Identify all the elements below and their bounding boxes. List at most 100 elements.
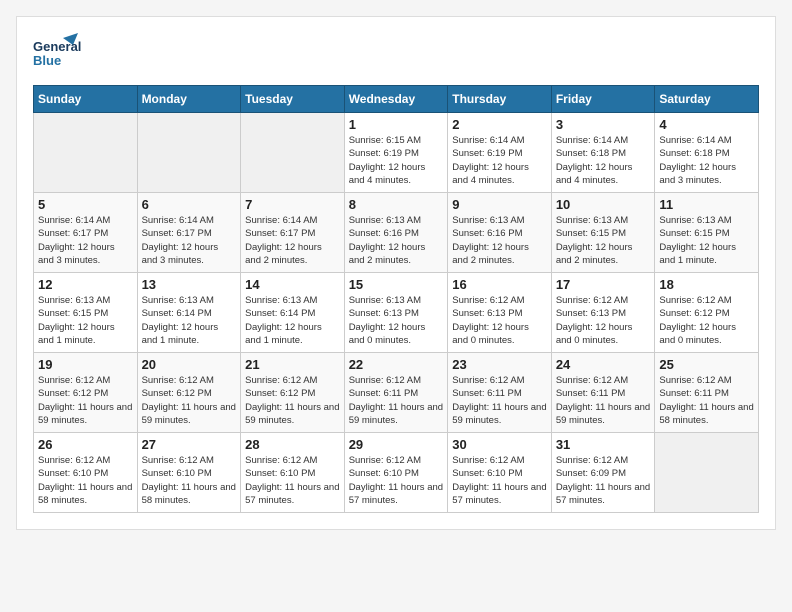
calendar-day-cell: 30 Sunrise: 6:12 AM Sunset: 6:10 PM Dayli… [448, 433, 552, 513]
day-number: 9 [452, 197, 547, 212]
weekday-header-cell: Sunday [34, 86, 138, 113]
calendar-day-cell [137, 113, 241, 193]
weekday-header-cell: Tuesday [241, 86, 345, 113]
day-number: 10 [556, 197, 651, 212]
day-number: 23 [452, 357, 547, 372]
calendar-day-cell: 21 Sunrise: 6:12 AM Sunset: 6:12 PM Dayli… [241, 353, 345, 433]
weekday-header-cell: Saturday [655, 86, 759, 113]
calendar-day-cell: 15Sunrise: 6:13 AM Sunset: 6:13 PM Dayli… [344, 273, 448, 353]
day-info: Sunrise: 6:13 AM Sunset: 6:16 PM Dayligh… [452, 214, 547, 267]
calendar-day-cell: 3 Sunrise: 6:14 AM Sunset: 6:18 PM Daylig… [551, 113, 655, 193]
day-number: 13 [142, 277, 237, 292]
calendar-day-cell: 14Sunrise: 6:13 AM Sunset: 6:14 PM Dayli… [241, 273, 345, 353]
calendar-day-cell: 7Sunrise: 6:14 AM Sunset: 6:17 PM Daylig… [241, 193, 345, 273]
calendar-week-row: 19 Sunrise: 6:12 AM Sunset: 6:12 PM Dayli… [34, 353, 759, 433]
day-info: Sunrise: 6:12 AM Sunset: 6:10 PM Dayligh… [38, 454, 133, 507]
calendar-day-cell: 27 Sunrise: 6:12 AM Sunset: 6:10 PM Dayli… [137, 433, 241, 513]
weekday-header-cell: Monday [137, 86, 241, 113]
weekday-header-cell: Wednesday [344, 86, 448, 113]
day-info: Sunrise: 6:13 AM Sunset: 6:16 PM Dayligh… [349, 214, 444, 267]
day-info: Sunrise: 6:14 AM Sunset: 6:17 PM Dayligh… [38, 214, 133, 267]
day-number: 17 [556, 277, 651, 292]
logo: GeneralBlue [33, 33, 83, 73]
calendar-day-cell: 13 Sunrise: 6:13 AM Sunset: 6:14 PM Dayli… [137, 273, 241, 353]
day-info: Sunrise: 6:12 AM Sunset: 6:12 PM Dayligh… [659, 294, 754, 347]
day-info: Sunrise: 6:12 AM Sunset: 6:13 PM Dayligh… [452, 294, 547, 347]
calendar-day-cell: 20 Sunrise: 6:12 AM Sunset: 6:12 PM Dayli… [137, 353, 241, 433]
calendar-day-cell: 22Sunrise: 6:12 AM Sunset: 6:11 PM Dayli… [344, 353, 448, 433]
header: GeneralBlue [33, 33, 759, 73]
day-number: 20 [142, 357, 237, 372]
calendar-day-cell: 4 Sunrise: 6:14 AM Sunset: 6:18 PM Daylig… [655, 113, 759, 193]
calendar-day-cell: 25 Sunrise: 6:12 AM Sunset: 6:11 PM Dayli… [655, 353, 759, 433]
day-number: 7 [245, 197, 340, 212]
day-info: Sunrise: 6:12 AM Sunset: 6:13 PM Dayligh… [556, 294, 651, 347]
day-number: 24 [556, 357, 651, 372]
calendar-table: SundayMondayTuesdayWednesdayThursdayFrid… [33, 85, 759, 513]
day-number: 12 [38, 277, 133, 292]
day-number: 5 [38, 197, 133, 212]
weekday-header-cell: Thursday [448, 86, 552, 113]
day-number: 28 [245, 437, 340, 452]
day-info: Sunrise: 6:13 AM Sunset: 6:14 PM Dayligh… [245, 294, 340, 347]
day-info: Sunrise: 6:12 AM Sunset: 6:10 PM Dayligh… [452, 454, 547, 507]
calendar-week-row: 26 Sunrise: 6:12 AM Sunset: 6:10 PM Dayli… [34, 433, 759, 513]
day-number: 21 [245, 357, 340, 372]
calendar-day-cell: 8 Sunrise: 6:13 AM Sunset: 6:16 PM Daylig… [344, 193, 448, 273]
day-info: Sunrise: 6:13 AM Sunset: 6:15 PM Dayligh… [556, 214, 651, 267]
day-info: Sunrise: 6:12 AM Sunset: 6:10 PM Dayligh… [349, 454, 444, 507]
day-number: 27 [142, 437, 237, 452]
day-number: 11 [659, 197, 754, 212]
calendar-day-cell: 16 Sunrise: 6:12 AM Sunset: 6:13 PM Dayli… [448, 273, 552, 353]
day-info: Sunrise: 6:14 AM Sunset: 6:18 PM Dayligh… [556, 134, 651, 187]
day-info: Sunrise: 6:14 AM Sunset: 6:18 PM Dayligh… [659, 134, 754, 187]
weekday-header-row: SundayMondayTuesdayWednesdayThursdayFrid… [34, 86, 759, 113]
calendar-day-cell: 23 Sunrise: 6:12 AM Sunset: 6:11 PM Dayli… [448, 353, 552, 433]
day-info: Sunrise: 6:12 AM Sunset: 6:11 PM Dayligh… [452, 374, 547, 427]
calendar-body: 1Sunrise: 6:15 AM Sunset: 6:19 PM Daylig… [34, 113, 759, 513]
day-info: Sunrise: 6:12 AM Sunset: 6:11 PM Dayligh… [349, 374, 444, 427]
svg-text:Blue: Blue [33, 53, 61, 68]
calendar-day-cell: 29 Sunrise: 6:12 AM Sunset: 6:10 PM Dayli… [344, 433, 448, 513]
svg-text:General: General [33, 39, 81, 54]
day-number: 19 [38, 357, 133, 372]
day-info: Sunrise: 6:12 AM Sunset: 6:12 PM Dayligh… [245, 374, 340, 427]
day-number: 3 [556, 117, 651, 132]
day-number: 15 [349, 277, 444, 292]
day-info: Sunrise: 6:12 AM Sunset: 6:11 PM Dayligh… [659, 374, 754, 427]
day-info: Sunrise: 6:12 AM Sunset: 6:10 PM Dayligh… [142, 454, 237, 507]
calendar-day-cell: 19Sunrise: 6:12 AM Sunset: 6:12 PM Dayli… [34, 353, 138, 433]
calendar-day-cell: 9 Sunrise: 6:13 AM Sunset: 6:16 PM Daylig… [448, 193, 552, 273]
calendar-container: GeneralBlue SundayMondayTuesdayWednesday… [16, 16, 776, 530]
day-number: 31 [556, 437, 651, 452]
calendar-day-cell: 2 Sunrise: 6:14 AM Sunset: 6:19 PM Daylig… [448, 113, 552, 193]
calendar-day-cell: 18 Sunrise: 6:12 AM Sunset: 6:12 PM Dayli… [655, 273, 759, 353]
day-info: Sunrise: 6:13 AM Sunset: 6:15 PM Dayligh… [38, 294, 133, 347]
day-info: Sunrise: 6:14 AM Sunset: 6:19 PM Dayligh… [452, 134, 547, 187]
day-info: Sunrise: 6:14 AM Sunset: 6:17 PM Dayligh… [142, 214, 237, 267]
day-info: Sunrise: 6:12 AM Sunset: 6:11 PM Dayligh… [556, 374, 651, 427]
calendar-day-cell: 17 Sunrise: 6:12 AM Sunset: 6:13 PM Dayli… [551, 273, 655, 353]
day-number: 30 [452, 437, 547, 452]
day-number: 25 [659, 357, 754, 372]
day-number: 26 [38, 437, 133, 452]
calendar-day-cell [241, 113, 345, 193]
calendar-day-cell [655, 433, 759, 513]
calendar-week-row: 12 Sunrise: 6:13 AM Sunset: 6:15 PM Dayli… [34, 273, 759, 353]
calendar-day-cell: 31Sunrise: 6:12 AM Sunset: 6:09 PM Dayli… [551, 433, 655, 513]
day-number: 4 [659, 117, 754, 132]
day-number: 29 [349, 437, 444, 452]
day-info: Sunrise: 6:13 AM Sunset: 6:14 PM Dayligh… [142, 294, 237, 347]
day-info: Sunrise: 6:13 AM Sunset: 6:15 PM Dayligh… [659, 214, 754, 267]
calendar-day-cell: 12 Sunrise: 6:13 AM Sunset: 6:15 PM Dayli… [34, 273, 138, 353]
day-number: 8 [349, 197, 444, 212]
calendar-day-cell: 26 Sunrise: 6:12 AM Sunset: 6:10 PM Dayli… [34, 433, 138, 513]
day-info: Sunrise: 6:12 AM Sunset: 6:12 PM Dayligh… [142, 374, 237, 427]
calendar-week-row: 5 Sunrise: 6:14 AM Sunset: 6:17 PM Daylig… [34, 193, 759, 273]
calendar-day-cell: 1Sunrise: 6:15 AM Sunset: 6:19 PM Daylig… [344, 113, 448, 193]
day-number: 2 [452, 117, 547, 132]
day-number: 6 [142, 197, 237, 212]
day-number: 16 [452, 277, 547, 292]
calendar-day-cell: 28Sunrise: 6:12 AM Sunset: 6:10 PM Dayli… [241, 433, 345, 513]
day-number: 18 [659, 277, 754, 292]
